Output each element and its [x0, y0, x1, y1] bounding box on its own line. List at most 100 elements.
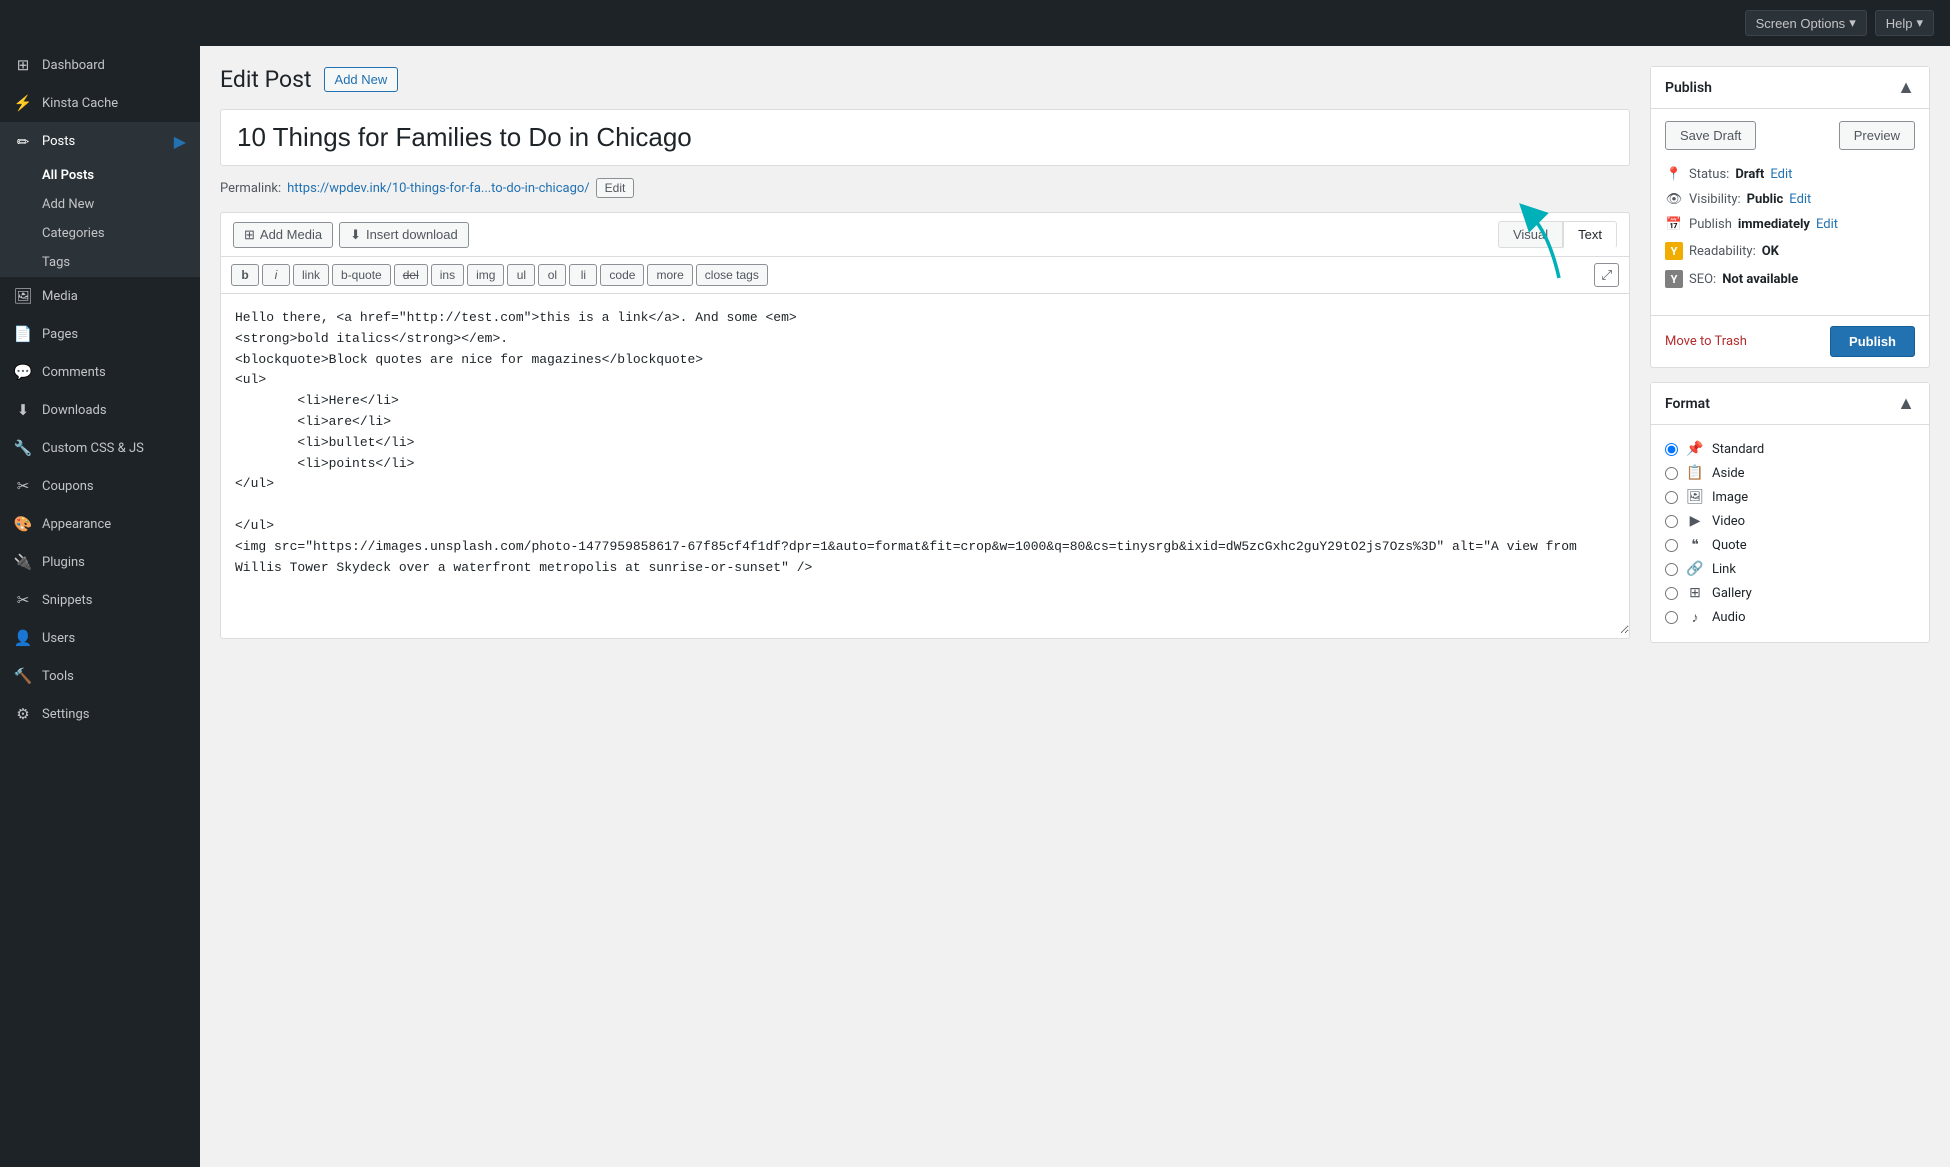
posts-arrow: ▶: [174, 132, 186, 151]
format-more-button[interactable]: more: [647, 264, 692, 286]
save-draft-button[interactable]: Save Draft: [1665, 121, 1756, 150]
tab-text[interactable]: Text: [1563, 221, 1617, 248]
format-label-gallery: Gallery: [1712, 586, 1752, 601]
seo-value: Not available: [1722, 272, 1798, 287]
permalink-link[interactable]: https://wpdev.ink/10-things-for-fa...to-…: [287, 181, 590, 196]
page-title: Edit Post: [220, 66, 312, 93]
post-title-input[interactable]: [237, 122, 1613, 153]
help-button[interactable]: Help ▾: [1875, 10, 1934, 36]
editor-tabs: Visual Text: [1498, 221, 1617, 248]
publish-button[interactable]: Publish: [1830, 326, 1915, 357]
format-toggle-icon: ▲: [1897, 393, 1915, 414]
format-close-tags-button[interactable]: close tags: [696, 264, 768, 286]
sidebar-item-add-new[interactable]: Add New: [0, 190, 200, 219]
add-new-button[interactable]: Add New: [324, 67, 399, 92]
format-option-standard[interactable]: 📌 Standard: [1665, 437, 1915, 461]
format-option-link[interactable]: 🔗 Link: [1665, 557, 1915, 581]
format-img-button[interactable]: img: [467, 264, 504, 286]
expand-editor-button[interactable]: ⤢: [1594, 263, 1619, 287]
insert-download-button[interactable]: ⬇ Insert download: [339, 222, 469, 248]
chevron-down-icon: ▾: [1916, 15, 1923, 31]
sidebar-item-dashboard[interactable]: ⊞ Dashboard: [0, 46, 200, 84]
publish-time-edit-link[interactable]: Edit: [1816, 217, 1838, 232]
format-italic-button[interactable]: i: [262, 264, 290, 286]
format-option-gallery[interactable]: ⊞ Gallery: [1665, 581, 1915, 605]
seo-label: SEO:: [1689, 272, 1716, 287]
sidebar-item-appearance[interactable]: 🎨 Appearance: [0, 505, 200, 543]
sidebar-item-all-posts[interactable]: All Posts: [0, 161, 200, 190]
format-option-video[interactable]: ▶ Video: [1665, 509, 1915, 533]
yoast-seo-icon: Y: [1665, 270, 1683, 288]
format-metabox-header[interactable]: Format ▲: [1651, 383, 1929, 425]
sidebar-item-categories[interactable]: Categories: [0, 219, 200, 248]
format-radio-audio[interactable]: [1665, 611, 1678, 624]
plugins-icon: 🔌: [14, 553, 32, 571]
format-bquote-button[interactable]: b-quote: [332, 264, 391, 286]
format-radio-image[interactable]: [1665, 491, 1678, 504]
format-option-quote[interactable]: ❝ Quote: [1665, 533, 1915, 557]
tab-visual[interactable]: Visual: [1498, 221, 1563, 248]
status-edit-link[interactable]: Edit: [1770, 167, 1792, 182]
sidebar-item-posts[interactable]: ✏ Posts ▶: [0, 122, 200, 161]
tools-icon: 🔨: [14, 667, 32, 685]
format-radio-aside[interactable]: [1665, 467, 1678, 480]
format-del-button[interactable]: del: [394, 264, 428, 286]
page-header: Edit Post Add New: [220, 66, 1630, 93]
format-radio-gallery[interactable]: [1665, 587, 1678, 600]
standard-format-icon: 📌: [1686, 441, 1704, 457]
sidebar-item-pages[interactable]: 📄 Pages: [0, 315, 200, 353]
sidebar-item-snippets[interactable]: ✂ Snippets: [0, 581, 200, 619]
screen-options-button[interactable]: Screen Options ▾: [1745, 10, 1867, 36]
chevron-down-icon: ▾: [1849, 15, 1856, 31]
seo-icon: Y: [1665, 270, 1683, 288]
format-option-image[interactable]: 🖼 Image: [1665, 485, 1915, 509]
sidebar-item-users[interactable]: 👤 Users: [0, 619, 200, 657]
format-option-aside[interactable]: 📋 Aside: [1665, 461, 1915, 485]
publish-when-value: immediately: [1738, 217, 1810, 232]
format-link-button[interactable]: link: [293, 264, 329, 286]
comments-icon: 💬: [14, 363, 32, 381]
format-radio-link[interactable]: [1665, 563, 1678, 576]
publish-metabox-header[interactable]: Publish ▲: [1651, 67, 1929, 109]
format-li-button[interactable]: li: [569, 264, 597, 286]
format-ul-button[interactable]: ul: [507, 264, 535, 286]
readability-label: Readability:: [1689, 244, 1756, 259]
sidebar-item-custom-css-js[interactable]: 🔧 Custom CSS & JS: [0, 429, 200, 467]
settings-icon: ⚙: [14, 705, 32, 723]
sidebar-item-tools[interactable]: 🔨 Tools: [0, 657, 200, 695]
format-ins-button[interactable]: ins: [431, 264, 464, 286]
sidebar-item-settings[interactable]: ⚙ Settings: [0, 695, 200, 733]
format-ol-button[interactable]: ol: [538, 264, 566, 286]
sidebar-item-comments[interactable]: 💬 Comments: [0, 353, 200, 391]
sidebar: ⊞ Dashboard ⚡ Kinsta Cache ✏ Posts ▶ All…: [0, 46, 200, 1167]
format-radio-quote[interactable]: [1665, 539, 1678, 552]
media-button-icon: ⊞: [244, 227, 255, 243]
sidebar-item-coupons[interactable]: ✂ Coupons: [0, 467, 200, 505]
status-label: Status:: [1689, 167, 1729, 182]
users-icon: 👤: [14, 629, 32, 647]
format-label-audio: Audio: [1712, 610, 1745, 625]
format-radio-video[interactable]: [1665, 515, 1678, 528]
visibility-value: Public: [1747, 192, 1784, 207]
kinsta-icon: ⚡: [14, 94, 32, 112]
editor-textarea[interactable]: Hello there, <a href="http://test.com">t…: [221, 294, 1629, 634]
preview-button[interactable]: Preview: [1839, 121, 1915, 150]
status-row: 📍 Status: Draft Edit: [1665, 162, 1915, 187]
downloads-icon: ⬇: [14, 401, 32, 419]
sidebar-item-kinsta-cache[interactable]: ⚡ Kinsta Cache: [0, 84, 200, 122]
format-option-audio[interactable]: ♪ Audio: [1665, 605, 1915, 630]
aside-format-icon: 📋: [1686, 465, 1704, 481]
sidebar-item-downloads[interactable]: ⬇ Downloads: [0, 391, 200, 429]
format-radio-standard[interactable]: [1665, 443, 1678, 456]
sidebar-item-plugins[interactable]: 🔌 Plugins: [0, 543, 200, 581]
permalink-edit-button[interactable]: Edit: [596, 178, 635, 198]
top-bar: Screen Options ▾ Help ▾: [0, 0, 1950, 46]
sidebar-item-media[interactable]: 🖼 Media: [0, 277, 200, 315]
sidebar-item-tags[interactable]: Tags: [0, 248, 200, 277]
format-bold-button[interactable]: b: [231, 264, 259, 286]
add-media-button[interactable]: ⊞ Add Media: [233, 222, 333, 248]
status-icon: 📍: [1665, 167, 1683, 182]
move-to-trash-link[interactable]: Move to Trash: [1665, 334, 1747, 349]
format-code-button[interactable]: code: [600, 264, 644, 286]
visibility-edit-link[interactable]: Edit: [1789, 192, 1811, 207]
